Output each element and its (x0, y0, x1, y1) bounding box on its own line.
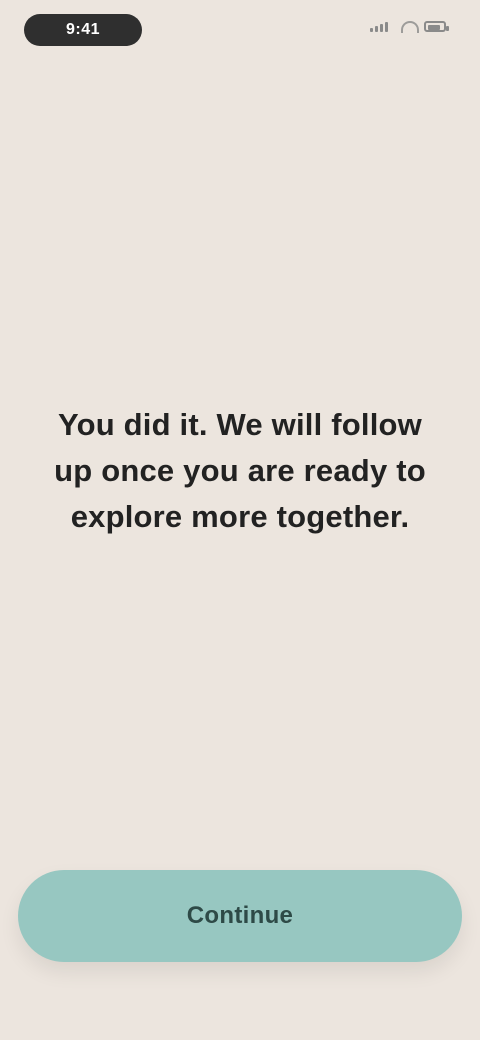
battery-icon (424, 20, 449, 32)
status-indicators (370, 20, 449, 33)
status-time-pill: 9:41 (24, 14, 142, 46)
continue-button[interactable]: Continue (18, 870, 462, 962)
battery-level-fill (428, 24, 440, 30)
app-screen: 9:41 You did it. We will follow up once … (0, 0, 480, 1040)
wifi-icon (400, 20, 419, 33)
status-bar: 9:41 (0, 0, 480, 64)
signal-icon (370, 20, 394, 32)
confirmation-message: You did it. We will follow up once you a… (54, 407, 426, 534)
